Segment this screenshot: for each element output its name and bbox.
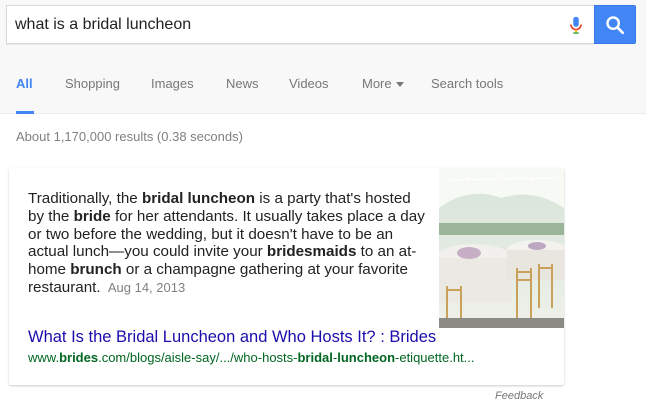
active-tab-indicator: [16, 111, 34, 114]
wedding-reception-tables-photo[interactable]: [439, 168, 564, 328]
tab-more[interactable]: More: [362, 76, 404, 91]
feedback-link[interactable]: Feedback: [495, 390, 543, 402]
tab-news[interactable]: News: [226, 76, 259, 91]
microphone-icon[interactable]: [565, 14, 587, 36]
highlight-term: brunch: [70, 261, 122, 279]
tab-more-label: More: [362, 76, 392, 91]
tab-all[interactable]: All: [16, 76, 33, 91]
search-box[interactable]: [6, 5, 594, 44]
result-url[interactable]: www.brides.com/blogs/aisle-say/.../who-h…: [28, 350, 475, 365]
highlight-term: bride: [73, 207, 111, 225]
result-title-link[interactable]: What Is the Bridal Luncheon and Who Host…: [28, 328, 436, 347]
search-icon: [606, 15, 625, 34]
featured-snippet-card: Traditionally, the bridal luncheon is a …: [9, 168, 564, 385]
search-button[interactable]: [594, 5, 636, 44]
caret-down-icon: [395, 82, 404, 88]
tab-images[interactable]: Images: [151, 76, 194, 91]
tab-search-tools[interactable]: Search tools: [431, 76, 503, 91]
highlight-term: bridesmaids: [266, 243, 357, 261]
highlight-term: bridal luncheon: [141, 190, 256, 207]
featured-snippet-text: Traditionally, the bridal luncheon is a …: [28, 190, 425, 296]
search-input[interactable]: [15, 6, 555, 43]
result-stats: About 1,170,000 results (0.38 seconds): [16, 129, 243, 144]
tab-videos[interactable]: Videos: [289, 76, 329, 91]
search-tabs: All Shopping Images News Videos More Sea…: [0, 64, 646, 114]
snippet-date: Aug 14, 2013: [107, 279, 186, 295]
tab-shopping[interactable]: Shopping: [65, 76, 120, 91]
